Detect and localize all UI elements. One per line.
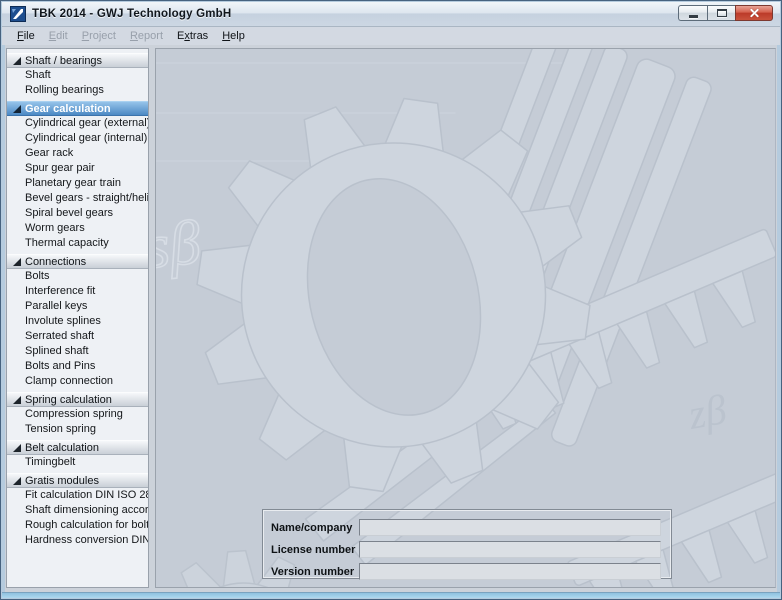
sidebar-item-worm-gears[interactable]: Worm gears [7,221,148,236]
sidebar-item-cylindrical-gear-internal[interactable]: Cylindrical gear (internal) ... [7,131,148,146]
form-row-license-number: License number [271,541,671,558]
sidebar-section-belt-calculation[interactable]: Belt calculation [7,440,148,455]
maximize-icon [717,9,727,17]
section-label: Gear calculation [25,103,111,115]
section-spring-calculation: Spring calculation Compression spring Te… [7,392,148,437]
sidebar-item-bolts[interactable]: Bolts [7,269,148,284]
license-form-panel: Name/company License number Version numb… [262,509,672,579]
menu-file[interactable]: File [10,28,42,44]
sidebar-section-connections[interactable]: Connections [7,254,148,269]
expander-triangle-icon [13,396,21,404]
sidebar-item-planetary-gear-train[interactable]: Planetary gear train [7,176,148,191]
section-label: Belt calculation [25,442,99,454]
menu-edit: Edit [42,28,75,44]
section-gear-calculation: Gear calculation Cylindrical gear (exter… [7,101,148,251]
expander-triangle-icon [13,57,21,65]
menubar: File Edit Project Report Extras Help [2,27,780,45]
sidebar-item-serrated-shaft[interactable]: Serrated shaft [7,329,148,344]
section-label: Connections [25,256,86,268]
sidebar-item-rough-calculation[interactable]: Rough calculation for bolte... [7,518,148,533]
close-button[interactable] [735,5,773,21]
sidebar-item-cylindrical-gear-external[interactable]: Cylindrical gear (external) ... [7,116,148,131]
version-number-input[interactable] [359,563,661,580]
sidebar-item-clamp-connection[interactable]: Clamp connection [7,374,148,389]
version-number-label: Version number [271,566,359,578]
section-label: Gratis modules [25,475,99,487]
sidebar-item-spur-gear-pair[interactable]: Spur gear pair [7,161,148,176]
sidebar-navigation: Shaft / bearings Shaft Rolling bearings … [6,48,149,588]
sidebar-item-bolts-and-pins[interactable]: Bolts and Pins [7,359,148,374]
application-window: TBK 2014 - GWJ Technology GmbH File Edit… [0,0,782,600]
license-number-label: License number [271,544,359,556]
section-connections: Connections Bolts Interference fit Paral… [7,254,148,389]
sidebar-item-tension-spring[interactable]: Tension spring [7,422,148,437]
window-title: TBK 2014 - GWJ Technology GmbH [32,8,231,20]
menu-help[interactable]: Help [215,28,252,44]
sidebar-item-involute-splines[interactable]: Involute splines [7,314,148,329]
section-label: Spring calculation [25,394,112,406]
section-gratis-modules: Gratis modules Fit calculation DIN ISO 2… [7,473,148,548]
sidebar-item-thermal-capacity[interactable]: Thermal capacity [7,236,148,251]
expander-triangle-icon [13,258,21,266]
sidebar-item-rolling-bearings[interactable]: Rolling bearings [7,83,148,98]
name-company-label: Name/company [271,522,359,534]
sidebar-section-spring-calculation[interactable]: Spring calculation [7,392,148,407]
gear-watermark-image: sβ zβ [156,49,775,587]
section-belt-calculation: Belt calculation Timingbelt [7,440,148,470]
sidebar-item-fit-calculation[interactable]: Fit calculation DIN ISO 286 [7,488,148,503]
watermark-text-right: zβ [684,387,730,439]
sidebar-item-splined-shaft[interactable]: Splined shaft [7,344,148,359]
menu-project: Project [75,28,123,44]
name-company-input[interactable] [359,519,661,536]
maximize-button[interactable] [707,5,735,21]
section-label: Shaft / bearings [25,55,102,67]
expander-triangle-icon [13,444,21,452]
sidebar-item-hardness-conversion[interactable]: Hardness conversion DIN ... [7,533,148,548]
expander-triangle-icon [13,477,21,485]
menu-extras[interactable]: Extras [170,28,215,44]
main-panel: sβ zβ Name/company License number Versio… [155,48,776,588]
app-body: Shaft / bearings Shaft Rolling bearings … [5,45,777,592]
sidebar-item-shaft-dimensioning[interactable]: Shaft dimensioning accor... [7,503,148,518]
sidebar-item-interference-fit[interactable]: Interference fit [7,284,148,299]
sidebar-item-parallel-keys[interactable]: Parallel keys [7,299,148,314]
sidebar-item-shaft[interactable]: Shaft [7,68,148,83]
menu-report: Report [123,28,170,44]
sidebar-section-gear-calculation[interactable]: Gear calculation [7,101,148,116]
section-shaft-bearings: Shaft / bearings Shaft Rolling bearings [7,53,148,98]
minimize-button[interactable] [678,5,707,21]
sidebar-item-bevel-gears[interactable]: Bevel gears - straight/helical [7,191,148,206]
sidebar-section-gratis-modules[interactable]: Gratis modules [7,473,148,488]
expander-triangle-icon [13,105,21,113]
watermark-text-left: sβ [156,208,204,281]
close-icon [749,8,760,19]
sidebar-item-timingbelt[interactable]: Timingbelt [7,455,148,470]
sidebar-item-compression-spring[interactable]: Compression spring [7,407,148,422]
minimize-icon [689,15,698,18]
window-frame-bottom [2,592,780,598]
sidebar-item-spiral-bevel-gears[interactable]: Spiral bevel gears [7,206,148,221]
sidebar-section-shaft-bearings[interactable]: Shaft / bearings [7,53,148,68]
license-number-input[interactable] [359,541,661,558]
app-logo-icon [10,6,26,22]
sidebar-item-gear-rack[interactable]: Gear rack [7,146,148,161]
form-row-version-number: Version number [271,563,671,580]
form-row-name-company: Name/company [271,519,671,536]
window-controls [678,5,773,21]
titlebar: TBK 2014 - GWJ Technology GmbH [2,2,780,27]
